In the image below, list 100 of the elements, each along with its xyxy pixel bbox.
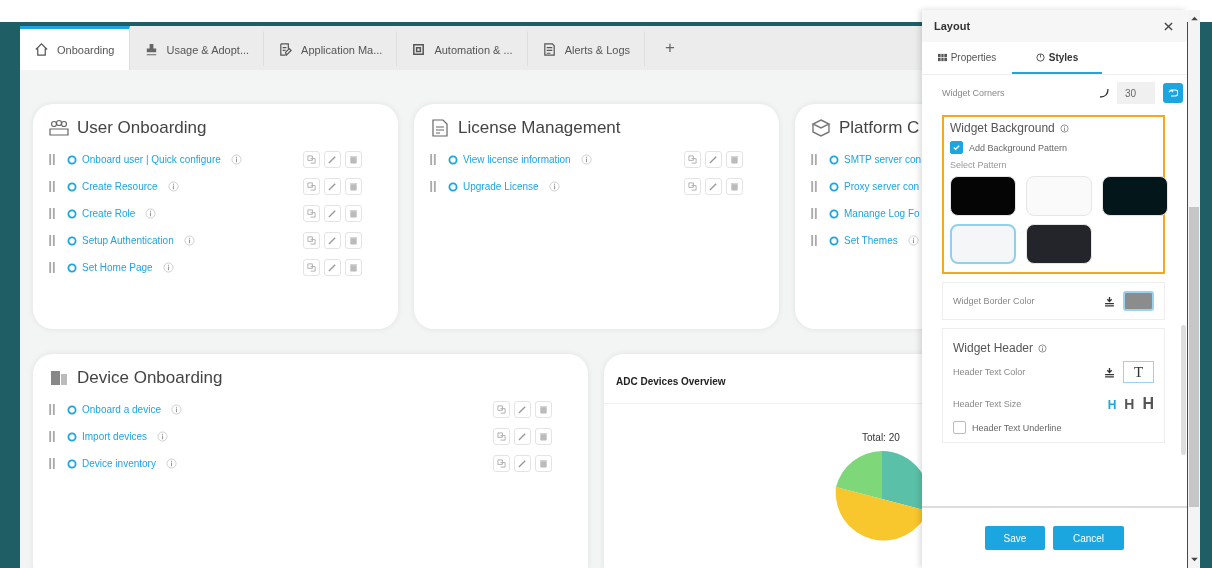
delete-button[interactable] xyxy=(535,401,552,418)
color-swatch[interactable] xyxy=(1123,291,1154,311)
pattern-swatch[interactable] xyxy=(1102,176,1168,216)
fill-icon[interactable] xyxy=(1104,366,1115,378)
drag-handle-icon[interactable] xyxy=(811,235,817,246)
delete-button[interactable] xyxy=(345,259,362,276)
pattern-swatch[interactable] xyxy=(1026,224,1092,264)
delete-button[interactable] xyxy=(345,151,362,168)
dashboard-tab[interactable]: Usage & Adopt... xyxy=(129,30,265,66)
delete-button[interactable] xyxy=(535,455,552,472)
widget-link[interactable]: Create Resource xyxy=(82,181,158,192)
widget-link[interactable]: Set Themes xyxy=(844,235,898,246)
text-size-option[interactable]: H xyxy=(1124,396,1135,412)
text-size-option[interactable]: H xyxy=(1107,398,1117,412)
checkbox[interactable] xyxy=(953,421,966,434)
scrollbar[interactable] xyxy=(1181,325,1186,455)
dashboard-tab[interactable]: Application Ma... xyxy=(264,30,398,66)
copy-button[interactable] xyxy=(303,205,320,222)
drag-handle-icon[interactable] xyxy=(430,181,436,192)
drag-handle-icon[interactable] xyxy=(49,404,55,415)
checkbox[interactable] xyxy=(950,141,963,154)
copy-button[interactable] xyxy=(303,151,320,168)
info-icon[interactable] xyxy=(170,404,182,415)
edit-button[interactable] xyxy=(514,428,531,445)
info-icon[interactable] xyxy=(145,208,157,219)
widget-link[interactable]: SMTP server con xyxy=(844,154,922,165)
widget-link[interactable]: Onboard user | Quick configure xyxy=(82,154,221,165)
copy-button[interactable] xyxy=(303,259,320,276)
dashboard-tab[interactable]: Alerts & Logs xyxy=(527,30,646,66)
widget-link[interactable]: Create Role xyxy=(82,208,136,219)
delete-button[interactable] xyxy=(535,428,552,445)
copy-button[interactable] xyxy=(493,455,510,472)
edit-button[interactable] xyxy=(324,232,341,249)
fill-icon[interactable] xyxy=(1104,295,1115,307)
edit-button[interactable] xyxy=(514,455,531,472)
delete-button[interactable] xyxy=(345,178,362,195)
widget-link[interactable]: Import devices xyxy=(82,431,148,442)
widget-link[interactable]: Upgrade License xyxy=(463,181,539,192)
drag-handle-icon[interactable] xyxy=(811,181,817,192)
text-color-button[interactable]: T xyxy=(1123,361,1154,383)
copy-button[interactable] xyxy=(493,401,510,418)
add-tab-button[interactable]: + xyxy=(645,26,695,70)
info-icon[interactable] xyxy=(230,154,242,165)
info-icon[interactable] xyxy=(1059,123,1069,133)
info-icon[interactable] xyxy=(548,181,560,192)
info-icon[interactable] xyxy=(165,458,177,469)
panel-tab[interactable]: Properties xyxy=(922,42,1012,74)
copy-button[interactable] xyxy=(684,178,701,195)
info-icon[interactable] xyxy=(907,235,919,246)
pattern-swatch[interactable] xyxy=(950,176,1016,216)
reset-button[interactable] xyxy=(1163,83,1183,103)
dashboard-tab[interactable]: Automation & ... xyxy=(397,30,528,66)
drag-handle-icon[interactable] xyxy=(49,262,55,273)
info-icon[interactable] xyxy=(162,262,174,273)
info-icon[interactable] xyxy=(157,431,169,442)
dashboard-tab[interactable]: Onboarding xyxy=(20,26,130,70)
info-icon[interactable] xyxy=(1038,343,1048,353)
widget-link[interactable]: Proxy server con xyxy=(844,181,920,192)
widget-link[interactable]: Device inventory xyxy=(82,458,156,469)
scroll-down-icon[interactable] xyxy=(1190,557,1198,562)
edit-button[interactable] xyxy=(324,151,341,168)
copy-button[interactable] xyxy=(303,232,320,249)
drag-handle-icon[interactable] xyxy=(430,154,436,165)
drag-handle-icon[interactable] xyxy=(49,431,55,442)
widget-link[interactable]: Set Home Page xyxy=(82,262,153,273)
edit-button[interactable] xyxy=(324,205,341,222)
drag-handle-icon[interactable] xyxy=(49,181,55,192)
drag-handle-icon[interactable] xyxy=(811,154,817,165)
info-icon[interactable] xyxy=(580,154,592,165)
copy-button[interactable] xyxy=(303,178,320,195)
text-size-option[interactable]: H xyxy=(1142,395,1154,413)
pattern-swatch[interactable] xyxy=(1026,176,1092,216)
drag-handle-icon[interactable] xyxy=(49,208,55,219)
widget-link[interactable]: View license information xyxy=(463,154,571,165)
drag-handle-icon[interactable] xyxy=(49,154,55,165)
panel-tab[interactable]: Styles xyxy=(1012,42,1102,74)
edit-button[interactable] xyxy=(324,259,341,276)
info-icon[interactable] xyxy=(183,235,195,246)
edit-button[interactable] xyxy=(324,178,341,195)
copy-button[interactable] xyxy=(493,428,510,445)
cancel-button[interactable]: Cancel xyxy=(1053,526,1124,550)
widget-link[interactable]: Onboard a device xyxy=(82,404,161,415)
copy-button[interactable] xyxy=(684,151,701,168)
scrollbar[interactable] xyxy=(1188,10,1200,568)
delete-button[interactable] xyxy=(345,205,362,222)
pattern-swatch[interactable] xyxy=(950,224,1016,264)
drag-handle-icon[interactable] xyxy=(49,458,55,469)
drag-handle-icon[interactable] xyxy=(811,208,817,219)
delete-button[interactable] xyxy=(345,232,362,249)
corner-radius-field[interactable]: 30 xyxy=(1117,82,1155,104)
edit-button[interactable] xyxy=(705,178,722,195)
widget-link[interactable]: Setup Authentication xyxy=(82,235,174,246)
edit-button[interactable] xyxy=(705,151,722,168)
delete-button[interactable] xyxy=(726,178,743,195)
save-button[interactable]: Save xyxy=(985,526,1045,550)
widget-link[interactable]: Manange Log Fo xyxy=(844,208,920,219)
delete-button[interactable] xyxy=(726,151,743,168)
edit-button[interactable] xyxy=(514,401,531,418)
info-icon[interactable] xyxy=(167,181,179,192)
drag-handle-icon[interactable] xyxy=(49,235,55,246)
